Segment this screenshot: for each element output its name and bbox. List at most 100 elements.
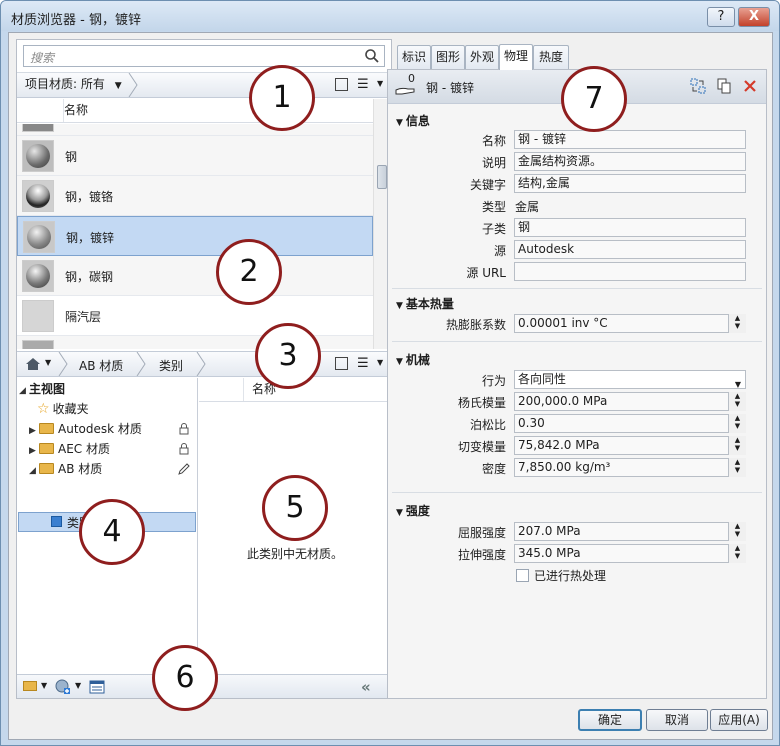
shear-modulus-field[interactable]: 75,842.0 MPa: [514, 436, 746, 455]
yield-strength-field[interactable]: 207.0 MPa: [514, 522, 746, 541]
youngs-modulus-field[interactable]: 200,000.0 MPa: [514, 392, 746, 411]
chevron-down-icon[interactable]: ▼: [75, 681, 81, 690]
swap-asset-icon[interactable]: [690, 78, 706, 94]
poisson-ratio-field[interactable]: 0.30: [514, 414, 746, 433]
list-item[interactable]: 隔汽层: [17, 296, 373, 336]
material-name: 隔汽层: [65, 310, 102, 324]
list-view-icon[interactable]: ☰: [357, 77, 369, 93]
cancel-button[interactable]: 取消: [646, 709, 708, 731]
name-column-header[interactable]: 名称: [63, 99, 373, 122]
expand-arrow-icon[interactable]: ▶: [29, 442, 39, 461]
list-item[interactable]: 钢，镀铬: [17, 176, 373, 216]
section-mechanical[interactable]: ▼ 机械: [396, 351, 430, 368]
apply-button[interactable]: 应用(A): [710, 709, 768, 731]
tab-thermal[interactable]: 热度: [533, 45, 569, 69]
section-title: 强度: [405, 504, 430, 518]
description-field[interactable]: 金属结构资源。: [514, 152, 746, 171]
library-view-options[interactable]: ☰ ▼: [335, 356, 387, 374]
material-thumbnail: [22, 124, 54, 132]
list-item[interactable]: 钢: [17, 136, 373, 176]
pencil-icon[interactable]: [177, 462, 191, 476]
tree-item-autodesk[interactable]: ▶ Autodesk 材质: [29, 420, 142, 440]
density-field[interactable]: 7,850.00 kg/m³: [514, 458, 746, 477]
tree-item-ab[interactable]: ◢ AB 材质: [29, 460, 102, 480]
collapse-arrow-icon[interactable]: ▼: [396, 118, 403, 128]
material-editor-icon[interactable]: [89, 679, 105, 695]
project-filter-dropdown[interactable]: 项目材质: 所有 ▼: [17, 73, 140, 97]
ok-button[interactable]: 确定: [578, 709, 642, 731]
remove-asset-icon[interactable]: [742, 78, 758, 94]
breadcrumb-item[interactable]: AB 材质: [79, 357, 123, 374]
tree-item-aec[interactable]: ▶ AEC 材质: [29, 440, 110, 460]
home-icon[interactable]: [25, 357, 41, 371]
tab-physical[interactable]: 物理: [499, 44, 533, 70]
panel-toggle-icon[interactable]: [335, 78, 348, 91]
source-field[interactable]: Autodesk: [514, 240, 746, 259]
search-placeholder: 搜索: [30, 51, 55, 65]
thermal-expansion-field[interactable]: 0.00001 inv °C: [514, 314, 746, 333]
source-label: 源: [493, 244, 506, 258]
chevron-down-icon[interactable]: ▼: [377, 358, 383, 367]
thermal-expansion-spinner[interactable]: ▲ ▼: [728, 314, 746, 333]
close-button[interactable]: X: [738, 7, 770, 27]
list-item[interactable]: 钢，碳钢: [17, 256, 373, 296]
search-icon[interactable]: [364, 48, 380, 64]
youngs-modulus-spinner[interactable]: ▲ ▼: [728, 392, 746, 411]
behavior-dropdown[interactable]: 各向同性 ▼: [514, 370, 746, 389]
tree-item-label: 收藏夹: [52, 402, 89, 416]
breadcrumb-separator-icon: [58, 352, 68, 376]
behavior-label: 行为: [481, 374, 506, 388]
section-divider: [392, 492, 762, 493]
create-material-icon[interactable]: [55, 679, 71, 695]
expand-arrow-icon[interactable]: ◢: [19, 382, 29, 401]
tree-root[interactable]: ◢ 主视图: [19, 380, 65, 400]
collapse-panel-icon[interactable]: «: [361, 678, 371, 696]
help-button[interactable]: ?: [707, 7, 735, 27]
folder-icon: [39, 443, 54, 454]
section-divider: [392, 341, 762, 342]
tab-identity[interactable]: 标识: [397, 45, 431, 69]
heat-treated-checkbox[interactable]: [516, 569, 529, 582]
tab-appearance[interactable]: 外观: [465, 45, 499, 69]
breadcrumb-item[interactable]: 类别: [159, 357, 183, 374]
library-breadcrumb: ▼ AB 材质 类别 ☰ ▼: [17, 351, 391, 377]
material-browser-window: 材质浏览器 - 钢，镀锌 ? X 搜索 项目材质: 所有 ▼ ☰ ▼ 名称 钢 …: [0, 0, 780, 746]
list-item-partial[interactable]: [17, 124, 373, 136]
chevron-down-icon[interactable]: ▼: [45, 358, 51, 367]
shear-modulus-spinner[interactable]: ▲ ▼: [728, 436, 746, 455]
collapse-arrow-icon[interactable]: ▼: [396, 357, 403, 367]
folder-options-icon[interactable]: [23, 681, 37, 691]
subclass-field[interactable]: 钢: [514, 218, 746, 237]
list-view-icon[interactable]: ☰: [357, 356, 369, 372]
view-options[interactable]: ☰ ▼: [335, 77, 387, 95]
search-input[interactable]: 搜索: [23, 45, 385, 67]
yield-strength-spinner[interactable]: ▲ ▼: [728, 522, 746, 541]
section-strength[interactable]: ▼ 强度: [396, 502, 430, 519]
tree-item-favorites[interactable]: ☆ 收藏夹: [37, 400, 89, 420]
empty-category-message: 此类别中无材质。: [246, 547, 343, 561]
tensile-strength-field[interactable]: 345.0 MPa: [514, 544, 746, 563]
list-item-selected[interactable]: 钢，镀锌: [17, 216, 373, 256]
panel-toggle-icon[interactable]: [335, 357, 348, 370]
collapse-arrow-icon[interactable]: ▼: [396, 301, 403, 311]
chevron-down-icon[interactable]: ▼: [377, 79, 383, 88]
chevron-down-icon[interactable]: ▼: [41, 681, 47, 690]
chevron-down-icon[interactable]: ▼: [735, 376, 741, 393]
material-list: 钢 钢，镀铬 钢，镀锌 钢，碳钢 隔汽层: [17, 124, 373, 349]
section-basic-thermal[interactable]: ▼ 基本热量: [396, 295, 454, 312]
title-bar: 材质浏览器 - 钢，镀锌 ? X: [1, 1, 779, 31]
scrollbar-thumb[interactable]: [377, 165, 387, 189]
name-column-header[interactable]: 名称: [243, 378, 391, 401]
tab-graphics[interactable]: 图形: [431, 45, 465, 69]
expand-arrow-icon[interactable]: ◢: [29, 462, 39, 481]
tensile-strength-spinner[interactable]: ▲ ▼: [728, 544, 746, 563]
section-info[interactable]: ▼ 信息: [396, 112, 430, 129]
source-url-field[interactable]: [514, 262, 746, 281]
name-field[interactable]: 钢 - 镀锌: [514, 130, 746, 149]
collapse-arrow-icon[interactable]: ▼: [396, 508, 403, 518]
duplicate-asset-icon[interactable]: [716, 78, 732, 94]
poisson-ratio-spinner[interactable]: ▲ ▼: [728, 414, 746, 433]
density-spinner[interactable]: ▲ ▼: [728, 458, 746, 477]
expand-arrow-icon[interactable]: ▶: [29, 422, 39, 441]
keywords-field[interactable]: 结构,金属: [514, 174, 746, 193]
